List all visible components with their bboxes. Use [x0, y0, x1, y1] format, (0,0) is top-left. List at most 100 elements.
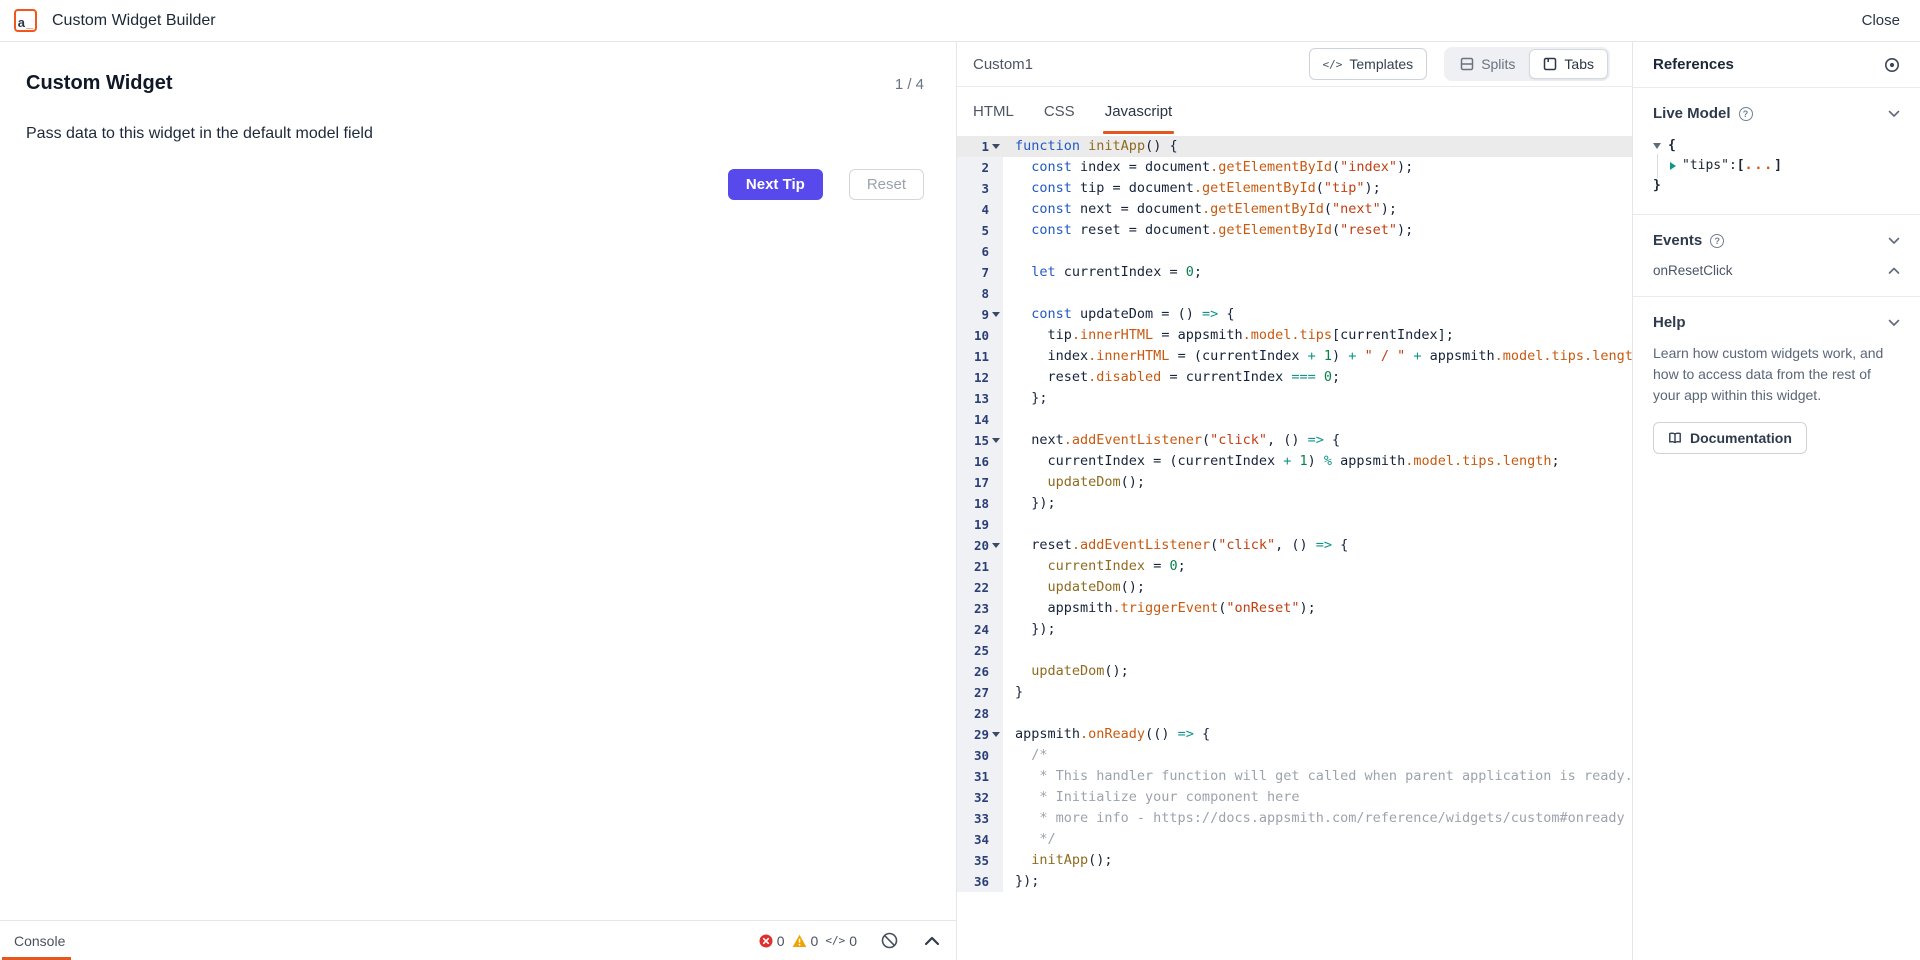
code-line[interactable]: 28 [957, 703, 1632, 724]
help-circle-icon[interactable]: ? [1710, 234, 1724, 248]
line-number[interactable]: 31 [957, 766, 1003, 787]
fold-arrow-icon[interactable] [992, 144, 1000, 149]
code-line[interactable]: 6 [957, 241, 1632, 262]
code-line[interactable]: 17 updateDom(); [957, 472, 1632, 493]
collapse-help[interactable] [1888, 319, 1900, 327]
code-line[interactable]: 15 next.addEventListener("click", () => … [957, 430, 1632, 451]
line-number[interactable]: 26 [957, 661, 1003, 682]
line-number[interactable]: 2 [957, 157, 1003, 178]
code-line[interactable]: 9 const updateDom = () => { [957, 304, 1632, 325]
line-number[interactable]: 17 [957, 472, 1003, 493]
code-line[interactable]: 19 [957, 514, 1632, 535]
tab-css[interactable]: CSS [1044, 87, 1075, 136]
templates-button[interactable]: </> Templates [1309, 48, 1428, 80]
code-line[interactable]: 36}); [957, 871, 1632, 892]
tabs-toggle[interactable]: Tabs [1529, 49, 1608, 79]
code-line[interactable]: 11 index.innerHTML = (currentIndex + 1) … [957, 346, 1632, 367]
line-number[interactable]: 34 [957, 829, 1003, 850]
line-number[interactable]: 21 [957, 556, 1003, 577]
code-editor[interactable]: 1function initApp() {2 const index = doc… [957, 136, 1632, 960]
line-number[interactable]: 33 [957, 808, 1003, 829]
line-number[interactable]: 6 [957, 241, 1003, 262]
code-line[interactable]: 7 let currentIndex = 0; [957, 262, 1632, 283]
code-line[interactable]: 16 currentIndex = (currentIndex + 1) % a… [957, 451, 1632, 472]
code-line[interactable]: 21 currentIndex = 0; [957, 556, 1632, 577]
collapse-live-model[interactable] [1888, 110, 1900, 118]
clear-console-button[interactable] [881, 932, 898, 949]
code-line[interactable]: 33 * more info - https://docs.appsmith.c… [957, 808, 1632, 829]
close-button[interactable]: Close [1858, 6, 1904, 35]
reset-button[interactable]: Reset [849, 169, 924, 200]
code-line[interactable]: 26 updateDom(); [957, 661, 1632, 682]
collapse-events[interactable] [1888, 237, 1900, 245]
splits-toggle[interactable]: Splits [1446, 49, 1529, 79]
code-line[interactable]: 29appsmith.onReady(() => { [957, 724, 1632, 745]
code-line[interactable]: 20 reset.addEventListener("click", () =>… [957, 535, 1632, 556]
line-number[interactable]: 23 [957, 598, 1003, 619]
event-item-row[interactable]: onResetClick [1653, 263, 1900, 278]
line-number[interactable]: 11 [957, 346, 1003, 367]
line-number[interactable]: 22 [957, 577, 1003, 598]
line-number[interactable]: 36 [957, 871, 1003, 892]
line-number[interactable]: 16 [957, 451, 1003, 472]
code-line[interactable]: 31 * This handler function will get call… [957, 766, 1632, 787]
line-number[interactable]: 19 [957, 514, 1003, 535]
line-number[interactable]: 30 [957, 745, 1003, 766]
line-number[interactable]: 12 [957, 367, 1003, 388]
code-line[interactable]: 32 * Initialize your component here [957, 787, 1632, 808]
focus-button[interactable] [1884, 57, 1900, 73]
documentation-button[interactable]: Documentation [1653, 422, 1807, 454]
code-line[interactable]: 10 tip.innerHTML = appsmith.model.tips[c… [957, 325, 1632, 346]
code-line[interactable]: 8 [957, 283, 1632, 304]
collapse-event-item[interactable] [1888, 267, 1900, 275]
line-number[interactable]: 3 [957, 178, 1003, 199]
code-line[interactable]: 25 [957, 640, 1632, 661]
code-line[interactable]: 34 */ [957, 829, 1632, 850]
code-line[interactable]: 35 initApp(); [957, 850, 1632, 871]
next-tip-button[interactable]: Next Tip [728, 169, 823, 200]
code-line[interactable]: 13 }; [957, 388, 1632, 409]
code-line[interactable]: 1function initApp() { [957, 136, 1632, 157]
line-number[interactable]: 20 [957, 535, 1003, 556]
expand-console-button[interactable] [924, 936, 940, 946]
line-number[interactable]: 10 [957, 325, 1003, 346]
line-number[interactable]: 4 [957, 199, 1003, 220]
tab-javascript[interactable]: Javascript [1105, 87, 1173, 136]
code-line[interactable]: 24 }); [957, 619, 1632, 640]
line-number[interactable]: 8 [957, 283, 1003, 304]
line-number[interactable]: 25 [957, 640, 1003, 661]
line-number[interactable]: 1 [957, 136, 1003, 157]
fold-arrow-icon[interactable] [992, 438, 1000, 443]
line-number[interactable]: 27 [957, 682, 1003, 703]
line-number[interactable]: 28 [957, 703, 1003, 724]
line-number[interactable]: 13 [957, 388, 1003, 409]
code-line[interactable]: 30 /* [957, 745, 1632, 766]
fold-arrow-icon[interactable] [992, 732, 1000, 737]
line-number[interactable]: 5 [957, 220, 1003, 241]
tree-root-row[interactable]: { [1653, 136, 1900, 156]
console-tab[interactable]: Console [0, 921, 83, 960]
code-line[interactable]: 18 }); [957, 493, 1632, 514]
line-number[interactable]: 7 [957, 262, 1003, 283]
line-number[interactable]: 29 [957, 724, 1003, 745]
line-number[interactable]: 35 [957, 850, 1003, 871]
line-number[interactable]: 32 [957, 787, 1003, 808]
code-line[interactable]: 22 updateDom(); [957, 577, 1632, 598]
tab-html[interactable]: HTML [973, 87, 1014, 136]
fold-arrow-icon[interactable] [992, 543, 1000, 548]
line-number[interactable]: 15 [957, 430, 1003, 451]
code-line[interactable]: 4 const next = document.getElementById("… [957, 199, 1632, 220]
code-line[interactable]: 5 const reset = document.getElementById(… [957, 220, 1632, 241]
line-number[interactable]: 18 [957, 493, 1003, 514]
code-line[interactable]: 23 appsmith.triggerEvent("onReset"); [957, 598, 1632, 619]
help-circle-icon[interactable]: ? [1739, 107, 1753, 121]
code-line[interactable]: 14 [957, 409, 1632, 430]
code-line[interactable]: 12 reset.disabled = currentIndex === 0; [957, 367, 1632, 388]
line-number[interactable]: 9 [957, 304, 1003, 325]
fold-arrow-icon[interactable] [992, 312, 1000, 317]
tree-tips-row[interactable]: "tips" : [...] [1653, 156, 1900, 176]
code-line[interactable]: 27} [957, 682, 1632, 703]
code-line[interactable]: 2 const index = document.getElementById(… [957, 157, 1632, 178]
code-line[interactable]: 3 const tip = document.getElementById("t… [957, 178, 1632, 199]
line-number[interactable]: 24 [957, 619, 1003, 640]
